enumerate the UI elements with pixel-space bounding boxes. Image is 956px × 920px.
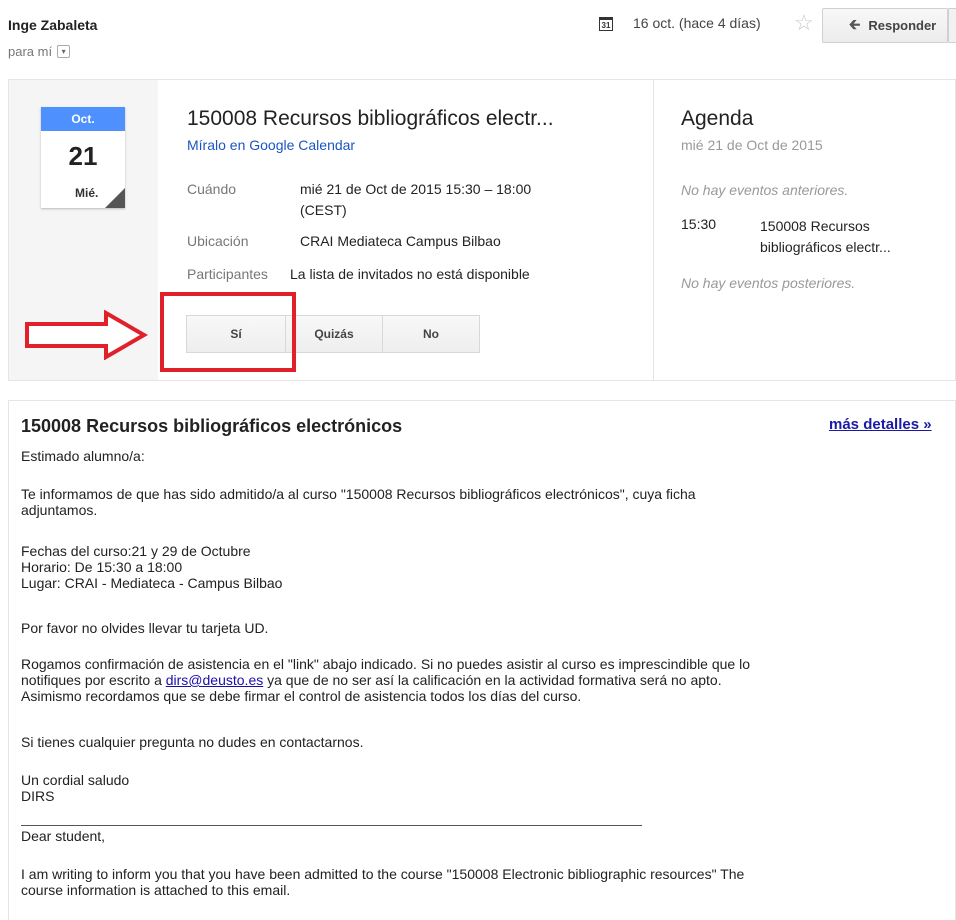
course-schedule: Horario: De 15:30 a 18:00	[21, 559, 183, 575]
sender-name[interactable]: Inge Zabaleta	[8, 17, 97, 33]
paragraph-confirmation: Rogamos confirmación de asistencia en el…	[21, 656, 941, 704]
paragraph-line: I am writing to inform you that you have…	[21, 866, 745, 882]
agenda-title: Agenda	[681, 107, 754, 130]
separator-line	[21, 825, 642, 826]
calendar-date-icon: Oct. 21 Mié.	[41, 107, 125, 208]
when-line-2: (CEST)	[300, 202, 347, 218]
agenda-date: mié 21 de Oct de 2015	[681, 137, 823, 153]
when-label: Cuándo	[187, 181, 237, 197]
reply-button[interactable]: 🡰 Responder	[822, 8, 948, 43]
message-date: 16 oct. (hace 4 días)	[633, 15, 761, 31]
rsvp-maybe-button[interactable]: Quizás	[285, 315, 383, 353]
details-dropdown-icon[interactable]: ▾	[57, 45, 71, 58]
where-label: Ubicación	[187, 233, 249, 249]
reminder: Por favor no olvides llevar tu tarjeta U…	[21, 620, 269, 636]
highlight-box	[160, 292, 296, 372]
event-title: 150008 Recursos bibliográficos electr...	[187, 107, 554, 130]
agenda-event-title[interactable]: 150008 Recursos bibliográficos electr...	[760, 216, 940, 258]
agenda-event-line-2: bibliográficos electr...	[760, 239, 891, 255]
body-title: 150008 Recursos bibliográficos electróni…	[21, 416, 403, 436]
attendees-value: La lista de invitados no está disponible	[290, 266, 530, 282]
paragraph-english: I am writing to inform you that you have…	[21, 866, 941, 898]
agenda-no-prior: No hay eventos anteriores.	[681, 182, 849, 198]
greeting: Estimado alumno/a:	[21, 448, 145, 464]
course-place: Lugar: CRAI - Mediateca - Campus Bilbao	[21, 575, 283, 591]
when-line-1: mié 21 de Oct de 2015 15:30 – 18:00	[300, 181, 532, 197]
paragraph-line: Asimismo recordamos que se debe firmar e…	[21, 688, 582, 704]
paragraph-line: Te informamos de que has sido admitido/a…	[21, 486, 696, 502]
more-details-link[interactable]: más detalles »	[829, 416, 932, 433]
star-icon[interactable]: ☆	[794, 10, 814, 36]
paragraph-line: Rogamos confirmación de asistencia en el…	[21, 656, 750, 672]
recipient-label: para mí	[8, 44, 53, 59]
google-calendar-link[interactable]: Míralo en Google Calendar	[187, 137, 355, 153]
calendar-day: 21	[68, 141, 98, 171]
recipient-line: para mí ▾	[8, 44, 71, 59]
paragraph-line: course information is attached to this e…	[21, 882, 291, 898]
calendar-weekday: Mié.	[75, 186, 99, 200]
signature: DIRS	[21, 788, 55, 804]
agenda-event-time: 15:30	[681, 216, 717, 232]
text-segment: ya que de no ser así la calificación en …	[263, 672, 722, 688]
course-dates: Fechas del curso:21 y 29 de Octubre	[21, 543, 251, 559]
agenda-event-line-1: 150008 Recursos	[760, 218, 870, 234]
calendar-month: Oct.	[41, 107, 125, 131]
paragraph-admission: Te informamos de que has sido admitido/a…	[21, 486, 941, 518]
page-curl-icon	[105, 188, 125, 208]
more-actions-button[interactable]	[948, 8, 956, 43]
text-segment: notifiques por escrito a	[21, 672, 166, 688]
reply-label: Responder	[868, 18, 937, 33]
when-value: mié 21 de Oct de 2015 15:30 – 18:00 (CES…	[300, 179, 531, 221]
rsvp-no-button[interactable]: No	[382, 315, 480, 353]
closing-line: Un cordial saludo	[21, 772, 130, 788]
highlight-arrow-icon	[25, 310, 148, 360]
reply-arrow-icon: 🡰	[849, 15, 861, 32]
questions-line: Si tienes cualquier pregunta no dudes en…	[21, 734, 364, 750]
where-value: CRAI Mediateca Campus Bilbao	[300, 233, 501, 249]
paragraph-line: notifiques por escrito a dirs@deusto.es …	[21, 672, 941, 688]
closing: Un cordial saludo DIRS	[21, 772, 941, 804]
attendees-label: Participantes	[187, 266, 268, 282]
paragraph-line: adjuntamos.	[21, 502, 98, 518]
agenda-no-after: No hay eventos posteriores.	[681, 275, 856, 291]
english-greeting: Dear student,	[21, 828, 106, 844]
email-link[interactable]: dirs@deusto.es	[166, 672, 263, 688]
calendar-icon: 31	[599, 17, 613, 31]
course-details: Fechas del curso:21 y 29 de Octubre Hora…	[21, 543, 941, 591]
